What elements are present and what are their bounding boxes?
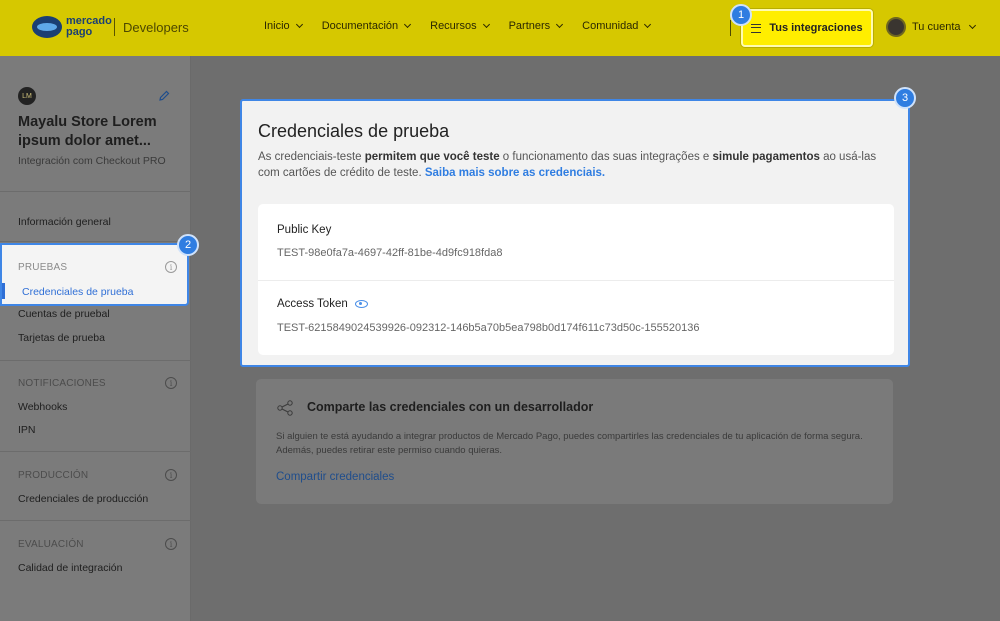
nav-inicio[interactable]: Inicio [264,20,303,32]
chevron-down-icon [482,20,490,29]
pencil-icon[interactable] [158,90,170,102]
sidebar-item-prod-credentials[interactable]: Credenciales de producción [18,493,148,505]
info-icon[interactable]: i [165,377,177,389]
desc-text: As credenciais-teste [258,151,365,163]
main-nav: Inicio Documentación Recursos Partners C… [264,20,652,32]
pruebas-highlight: PRUEBAS i Credenciales de prueba [0,243,189,306]
section-pruebas: PRUEBAS [18,262,68,273]
desc-bold: permitem que você teste [364,151,500,163]
list-icon [751,23,762,33]
eye-icon[interactable] [354,300,368,308]
step-badge-1: 1 [730,4,752,26]
step-badge-2: 2 [177,234,199,256]
integrations-label: Tus integraciones [769,22,863,34]
integrations-button[interactable]: Tus integraciones [741,9,873,47]
share-credentials-card: Comparte las credenciales con un desarro… [256,379,893,504]
divider [0,451,191,452]
nav-label: Inicio [264,20,290,32]
page-title: Credenciales de prueba [258,121,450,141]
divider [258,280,894,281]
share-icon [277,400,293,416]
sidebar-item-test-credentials[interactable]: Credenciales de prueba [22,286,134,298]
store-name: Mayalu Store Lorem ipsum dolor amet... [18,114,157,149]
test-credentials-card: Credenciales de prueba As credenciais-te… [240,99,910,367]
nav-label: Documentación [321,20,399,32]
sidebar-item-test-cards[interactable]: Tarjetas de prueba [18,332,105,344]
account-label: Tu cuenta [912,21,961,33]
nav-label: Partners [508,20,551,32]
handshake-logo-icon [32,16,62,38]
sidebar-item-general[interactable]: Información general [18,216,111,228]
nav-label: Comunidad [582,20,639,32]
sidebar-item-quality[interactable]: Calidad de integración [18,562,123,574]
chevron-down-icon [968,21,976,30]
public-key-label: Public Key [277,224,331,236]
divider [0,360,191,361]
info-icon[interactable]: i [165,261,177,273]
sidebar-item-test-accounts[interactable]: Cuentas de pruebal [18,308,110,320]
logo-text: mercado pago [66,15,112,38]
key-label-text: Access Token [277,298,348,310]
chevron-down-icon [644,20,652,29]
mercadopago-logo[interactable]: mercado pago Developers [32,16,189,38]
section-notificaciones: NOTIFICACIONES [18,378,106,389]
nav-label: Recursos [430,20,477,32]
section-produccion: PRODUCCIÓN [18,470,89,481]
share-description: Si alguien te está ayudando a integrar p… [276,431,863,456]
account-menu[interactable]: Tu cuenta [886,17,976,37]
nav-partners[interactable]: Partners [508,20,564,32]
active-indicator [2,283,5,299]
credentials-keys-panel: Public Key TEST-98e0fa7a-4697-42ff-81be-… [258,204,894,355]
chevron-down-icon [295,20,303,29]
info-icon[interactable]: i [165,469,177,481]
key-label-text: Public Key [277,224,332,236]
store-logo: LM [18,87,36,105]
access-token-value[interactable]: TEST-6215849024539926-092312-146b5a70b5e… [277,322,699,334]
store-subtitle: Integración com Checkout PRO [18,155,166,167]
section-evaluacion: EVALUACIÓN [18,539,84,550]
chevron-down-icon [404,20,412,29]
nav-recursos[interactable]: Recursos [430,20,490,32]
chevron-down-icon [556,20,564,29]
share-credentials-link[interactable]: Compartir credenciales [276,471,394,483]
header-divider [730,20,731,36]
developers-label: Developers [123,19,189,35]
desc-bold: simule pagamentos [712,151,820,163]
learn-more-link[interactable]: Saiba mais sobre as credenciais. [425,167,605,179]
nav-documentacion[interactable]: Documentación [321,20,412,32]
sidebar: LM Mayalu Store Lorem ipsum dolor amet..… [0,56,191,621]
public-key-value[interactable]: TEST-98e0fa7a-4697-42ff-81be-4d9fc918fda… [277,247,502,259]
logo-divider [114,18,115,36]
top-header: mercado pago Developers Inicio Documenta… [0,0,1000,56]
avatar [886,17,906,37]
share-title: Comparte las credenciales con un desarro… [307,400,594,414]
desc-text: o funcionamento das suas integrações e [499,151,713,163]
sidebar-item-ipn[interactable]: IPN [18,424,36,436]
nav-comunidad[interactable]: Comunidad [582,20,652,32]
info-icon[interactable]: i [165,538,177,550]
access-token-label: Access Token [277,298,368,310]
divider [0,241,191,242]
credentials-description: As credenciais-teste permitem que você t… [258,149,883,181]
sidebar-item-webhooks[interactable]: Webhooks [18,401,67,413]
divider [0,520,191,521]
step-badge-3: 3 [894,87,916,109]
divider [0,191,191,192]
